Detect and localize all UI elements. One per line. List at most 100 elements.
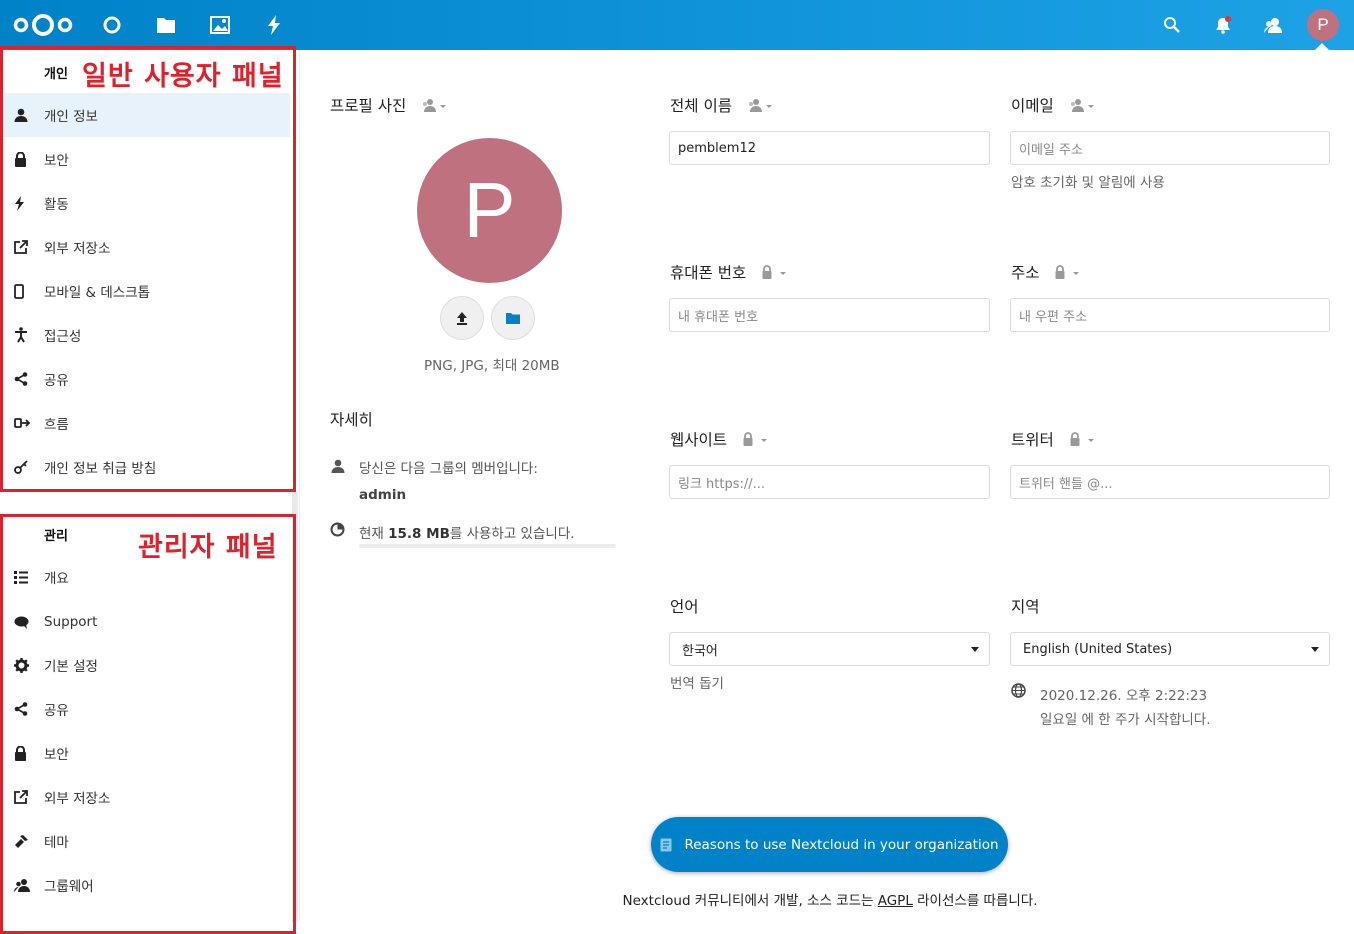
sidebar-item-label: 보안: [44, 153, 69, 169]
group-user-icon: [331, 458, 345, 477]
visibility-private-icon[interactable]: [1054, 264, 1080, 283]
locale-select[interactable]: English (United States): [1010, 632, 1330, 666]
nextcloud-logo[interactable]: [12, 12, 74, 38]
sidebar-item-label: 접근성: [44, 329, 82, 345]
lock-icon: [4, 151, 40, 167]
menu-caret: [1315, 43, 1329, 50]
language-label: 언어: [670, 598, 699, 616]
footer-prefix: Nextcloud 커뮤니티에서 개발, 소스 코드는: [622, 893, 878, 909]
sidebar-item-label: 흐름: [44, 417, 69, 433]
dropdown-arrow-icon: [971, 647, 979, 652]
groupware-icon: [4, 878, 40, 892]
visibility-private-icon[interactable]: [761, 264, 787, 283]
sidebar-item-label: 개요: [44, 571, 69, 587]
files-icon[interactable]: [154, 13, 178, 37]
folder-icon: [506, 313, 520, 324]
sidebar-item-label: 테마: [44, 835, 69, 851]
avatar-file-hint: PNG, JPG, 최대 20MB: [424, 358, 560, 374]
search-icon[interactable]: [1161, 14, 1183, 36]
sidebar-item-label: 보안: [44, 747, 69, 763]
locale-value: English (United States): [1023, 641, 1173, 657]
choose-from-files-button[interactable]: [491, 296, 535, 340]
contacts-icon[interactable]: [1262, 14, 1284, 36]
flow-icon: [4, 417, 40, 429]
footer-suffix: 라이선스를 따릅니다.: [912, 893, 1038, 909]
address-input[interactable]: 내 우편 주소: [1010, 298, 1330, 332]
website-input[interactable]: 링크 https://...: [669, 465, 990, 499]
language-value: 한국어: [682, 643, 718, 659]
quota-prefix: 현재: [359, 526, 389, 542]
group-name: admin: [359, 487, 407, 503]
visibility-contacts-icon[interactable]: [747, 98, 773, 116]
dashboard-icon[interactable]: [100, 13, 124, 37]
sidebar-item-admin-external-storage[interactable]: 외부 저장소: [4, 775, 290, 819]
document-icon: [660, 838, 672, 851]
language-select[interactable]: 한국어: [669, 632, 990, 666]
address-label-row: 주소: [1011, 261, 1080, 283]
profile-avatar: P: [417, 138, 562, 283]
sidebar-item-theming[interactable]: 테마: [4, 819, 290, 863]
quota-progress-bar: [359, 544, 616, 548]
quota-suffix: 를 사용하고 있습니다.: [449, 526, 575, 542]
twitter-input[interactable]: 트위터 핸들 @...: [1010, 465, 1330, 499]
profile-picture-title: 프로필 사진: [330, 97, 407, 115]
photos-icon[interactable]: [208, 13, 232, 37]
sidebar-item-security[interactable]: 보안: [4, 137, 290, 181]
list-icon: [4, 570, 40, 584]
lock-icon: [4, 745, 40, 761]
footer: Nextcloud 커뮤니티에서 개발, 소스 코드는 AGPL 라이선스를 따…: [600, 889, 1060, 909]
key-icon: [4, 460, 40, 474]
visibility-contacts-icon[interactable]: [421, 98, 447, 116]
groups-text: 당신은 다음 그룹의 멤버입니다:: [359, 461, 538, 477]
sidebar-item-accessibility[interactable]: 접근성: [4, 313, 290, 357]
dropdown-arrow-icon: [1311, 647, 1319, 652]
sidebar-item-overview[interactable]: 개요: [4, 555, 290, 599]
user-panel-annotation: 일반 사용자 패널: [82, 61, 284, 92]
upload-avatar-button[interactable]: [440, 296, 484, 340]
phone-input[interactable]: 내 휴대폰 번호: [669, 298, 990, 332]
cta-label: Reasons to use Nextcloud in your organiz…: [684, 836, 999, 853]
phone-label: 휴대폰 번호: [670, 264, 747, 282]
sidebar-item-label: 기본 설정: [44, 659, 98, 675]
gear-icon: [4, 657, 40, 673]
quota-pie-icon: [330, 522, 345, 541]
sidebar-item-mobile-desktop[interactable]: 모바일 & 데스크톱: [4, 269, 290, 313]
sidebar-item-activity[interactable]: 활동: [4, 181, 290, 225]
sidebar-item-admin-sharing[interactable]: 공유: [4, 687, 290, 731]
sidebar-item-groupware[interactable]: 그룹웨어: [4, 863, 290, 907]
agpl-link[interactable]: AGPL: [878, 893, 913, 909]
sidebar-item-external-storage[interactable]: 외부 저장소: [4, 225, 290, 269]
fullname-label: 전체 이름: [670, 97, 732, 115]
email-input[interactable]: 이메일 주소: [1010, 131, 1330, 165]
sidebar-item-privacy[interactable]: 개인 정보 취급 방침: [4, 445, 290, 489]
sidebar-item-support[interactable]: Support: [4, 600, 290, 644]
sidebar-item-personal-info[interactable]: 개인 정보: [4, 93, 290, 137]
sidebar-item-admin-security[interactable]: 보안: [4, 731, 290, 775]
locale-label: 지역: [1011, 598, 1040, 616]
sidebar-item-basic-settings[interactable]: 기본 설정: [4, 643, 290, 687]
quota-value: 15.8 MB: [388, 526, 450, 542]
user-avatar[interactable]: P: [1307, 9, 1339, 41]
sidebar-item-sharing[interactable]: 공유: [4, 357, 290, 401]
activity-icon[interactable]: [262, 13, 286, 37]
share-icon: [4, 372, 40, 386]
visibility-contacts-icon[interactable]: [1069, 98, 1095, 116]
visibility-private-icon[interactable]: [742, 431, 768, 450]
accessibility-icon: [4, 327, 40, 343]
reasons-cta-button[interactable]: Reasons to use Nextcloud in your organiz…: [651, 817, 1008, 872]
visibility-private-icon[interactable]: [1069, 431, 1095, 450]
week-start-text: 일요일 에 한 주가 시작합니다.: [1040, 712, 1211, 728]
sidebar-item-label: 외부 저장소: [44, 791, 111, 807]
twitter-label: 트위터: [1011, 431, 1054, 449]
help-translate-link[interactable]: 번역 돕기: [670, 672, 724, 692]
sidebar-item-flow[interactable]: 흐름: [4, 401, 290, 445]
profile-picture-section: 프로필 사진: [330, 94, 447, 116]
share-icon: [4, 702, 40, 716]
notifications-icon[interactable]: [1212, 14, 1234, 36]
locale-datetime: 2020.12.26. 오후 2:22:23: [1040, 688, 1208, 704]
address-label: 주소: [1011, 264, 1040, 282]
admin-section-title: 관리: [44, 529, 68, 544]
fullname-input[interactable]: pemblem12: [669, 131, 990, 165]
sidebar-item-label: 그룹웨어: [44, 879, 94, 895]
quota-usage: 현재 15.8 MB를 사용하고 있습니다.: [359, 522, 575, 542]
